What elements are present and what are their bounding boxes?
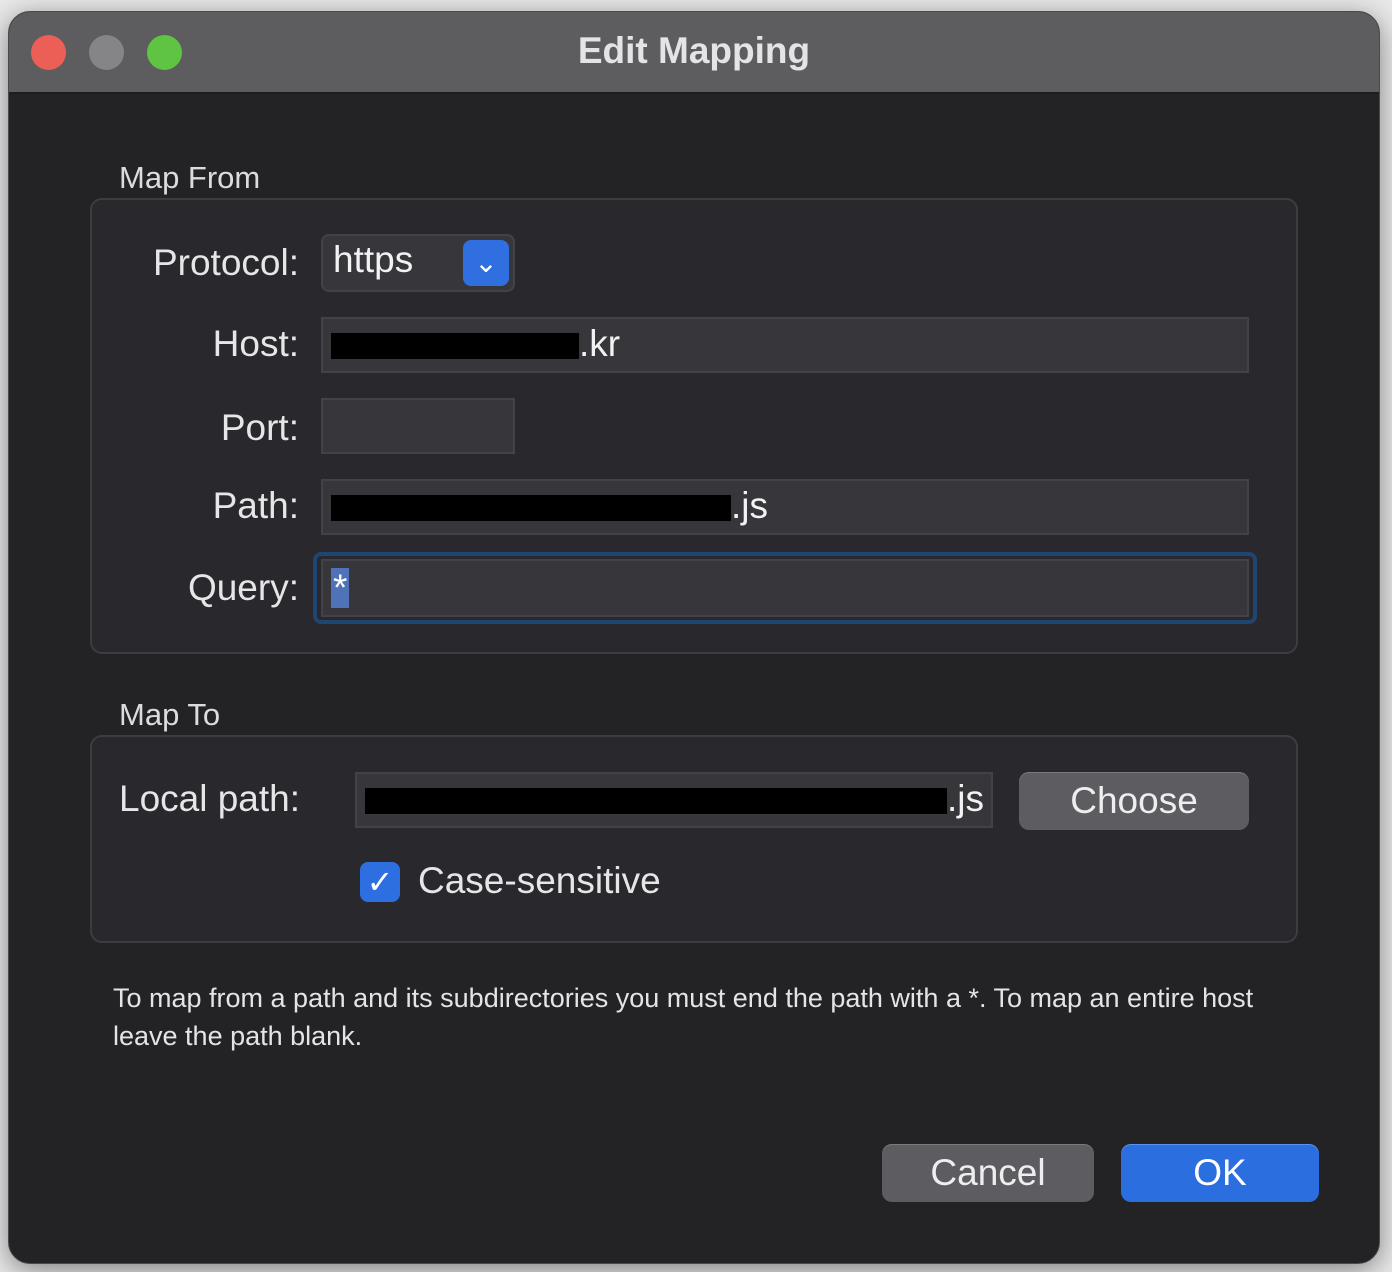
choose-button[interactable]: Choose xyxy=(1019,772,1249,830)
redacted-path xyxy=(331,495,731,522)
map-from-section-label: Map From xyxy=(119,160,261,195)
local-path-input[interactable]: .js xyxy=(355,772,993,828)
local-path-label: Local path: xyxy=(119,778,301,819)
case-sensitive-checkbox[interactable]: ✓ xyxy=(360,862,400,902)
path-input-suffix: .js xyxy=(731,485,768,526)
cancel-button[interactable]: Cancel xyxy=(882,1144,1094,1202)
host-input[interactable]: .kr xyxy=(321,317,1249,373)
redacted-host xyxy=(331,333,579,360)
port-label: Port: xyxy=(220,407,299,448)
path-input[interactable]: .js xyxy=(321,479,1249,535)
host-input-suffix: .kr xyxy=(579,323,621,364)
case-sensitive-label[interactable]: Case-sensitive xyxy=(418,860,661,902)
map-to-section-label: Map To xyxy=(119,697,221,732)
path-label: Path: xyxy=(212,485,299,526)
checkmark-icon: ✓ xyxy=(366,864,394,900)
query-input[interactable]: * xyxy=(321,559,1249,617)
chevron-down-icon: ⌄ xyxy=(463,240,509,286)
title-bar: Edit Mapping xyxy=(9,12,1379,94)
map-to-group xyxy=(90,735,1298,943)
port-input[interactable] xyxy=(321,398,515,454)
local-path-input-suffix: .js xyxy=(947,778,984,819)
query-label: Query: xyxy=(187,567,299,608)
edit-mapping-dialog: Edit Mapping Map From Protocol: https ⌄ … xyxy=(8,11,1380,1264)
protocol-select[interactable]: https ⌄ xyxy=(321,234,515,292)
query-input-value: * xyxy=(331,567,350,609)
host-label: Host: xyxy=(212,323,299,364)
protocol-select-value: https xyxy=(333,239,414,280)
protocol-label: Protocol: xyxy=(152,242,299,283)
window-title: Edit Mapping xyxy=(577,30,811,71)
help-text: To map from a path and its subdirectorie… xyxy=(113,983,1254,1051)
redacted-local-path xyxy=(365,788,947,815)
ok-button[interactable]: OK xyxy=(1121,1144,1319,1202)
